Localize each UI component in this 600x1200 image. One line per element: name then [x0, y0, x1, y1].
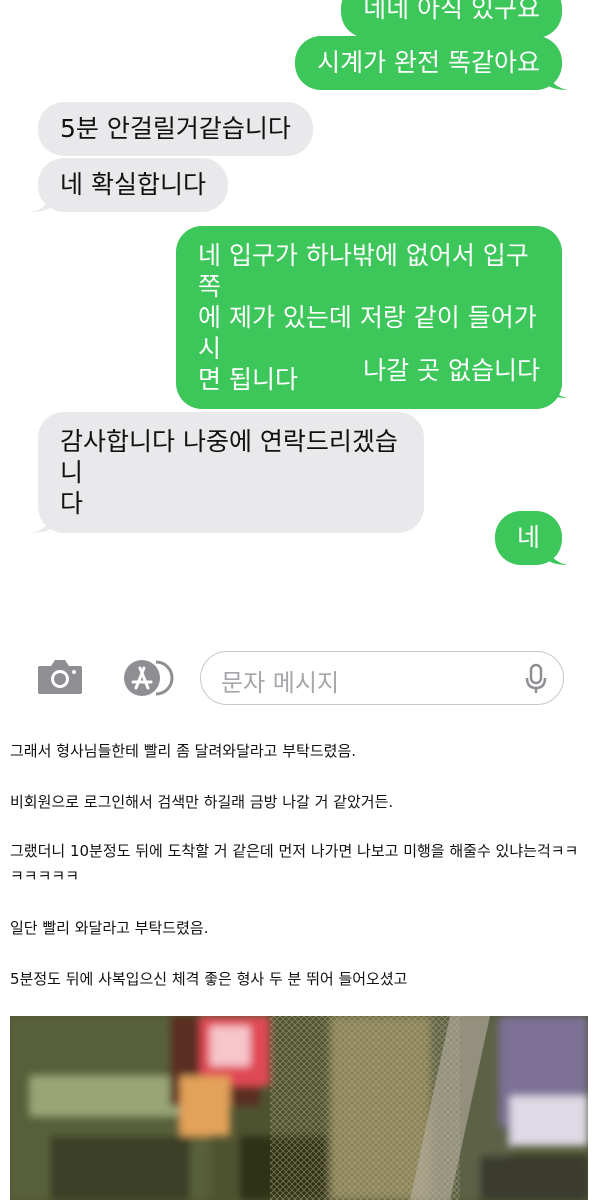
article-paragraph: 비회원으로 로그인해서 검색만 하길래 금방 나갈 거 같았거든. [10, 793, 394, 811]
bubble-tail [31, 511, 53, 533]
message-text: 5분 안걸릴거같습니다 [60, 114, 291, 143]
bubble-tail [546, 68, 568, 90]
bubble-tail [546, 543, 568, 565]
app-store-icon[interactable] [116, 658, 174, 698]
microphone-icon[interactable] [525, 663, 547, 695]
bubble-tail [31, 190, 53, 212]
message-text: 네 [516, 523, 540, 552]
message-input-placeholder: 문자 메시지 [221, 669, 340, 697]
camera-icon[interactable] [36, 656, 84, 696]
message-thread: 네네 아직 있구요 시계가 완전 똑같아요 5분 안걸릴거같습니다 네 확실합니… [0, 0, 600, 640]
received-message[interactable]: 네 확실합니다 [31, 158, 228, 212]
received-message[interactable]: 감사합니다 나중에 연락드리겠습니 다 [31, 412, 424, 533]
message-text: 시계가 완전 똑같아요 [317, 48, 540, 77]
sent-message[interactable]: 네 [494, 511, 568, 565]
message-text: 네 확실합니다 [60, 170, 206, 199]
message-line: 다 [60, 489, 84, 518]
message-text: 네네 아직 있구요 [363, 0, 540, 23]
sent-message[interactable]: 나갈 곳 없습니다 [341, 344, 568, 398]
article-paragraph: ㅋㅋㅋㅋㅋ [10, 867, 80, 885]
article-paragraph: 5분정도 뒤에 사복입으신 체격 좋은 형사 두 분 뛰어 들어오셨고 [10, 970, 408, 988]
message-line: 네 입구가 하나밖에 없어서 입구쪽 [198, 241, 529, 301]
photo-image [10, 1016, 588, 1200]
message-text: 나갈 곳 없습니다 [363, 356, 540, 385]
sent-message[interactable]: 시계가 완전 똑같아요 [295, 36, 568, 90]
received-message[interactable]: 5분 안걸릴거같습니다 [38, 102, 313, 156]
message-input[interactable]: 문자 메시지 [200, 651, 564, 705]
article-paragraph: 일단 빨리 와달라고 부탁드렸음. [10, 919, 209, 937]
bubble-tail [546, 376, 568, 398]
article-paragraph: 그래서 형사님들한테 빨리 좀 달려와달라고 부탁드렸음. [10, 742, 357, 760]
message-line: 감사합니다 나중에 연락드리겠습니 [60, 427, 398, 487]
cctv-photo [10, 1016, 588, 1200]
sent-message[interactable]: 네네 아직 있구요 [341, 0, 562, 38]
article-paragraph: 그랬더니 10분정도 뒤에 도착할 거 같은데 먼저 나가면 나보고 미행을 해… [10, 842, 579, 860]
